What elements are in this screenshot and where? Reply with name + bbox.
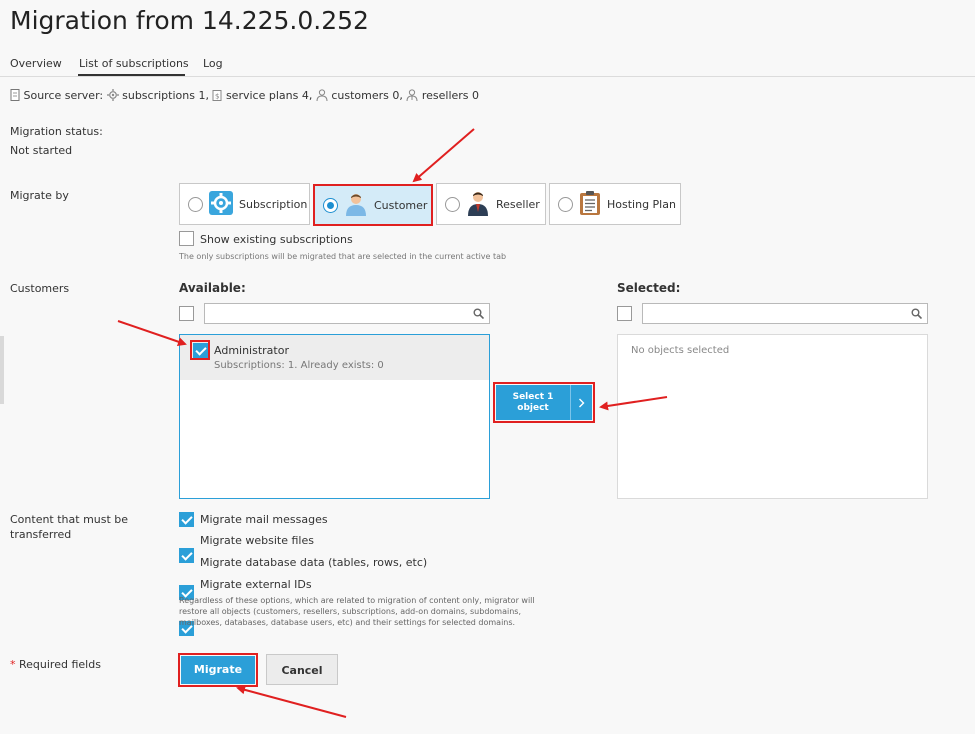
side-panel-handle[interactable] [0, 336, 4, 404]
service-plans-count: service plans 4, [225, 89, 313, 102]
reseller-avatar-icon [466, 190, 490, 219]
selected-title: Selected: [617, 281, 681, 295]
content-label-line2: transferred [10, 528, 72, 541]
list-item[interactable]: Administrator Subscriptions: 1. Already … [180, 335, 489, 380]
reseller-option-label: Reseller [496, 197, 540, 211]
arrow-to-migrate-button [236, 685, 347, 718]
customers-label: Customers [10, 282, 70, 295]
resellers-count: resellers 0 [421, 89, 480, 102]
clipboard-icon [579, 190, 601, 219]
content-note-line2: restore all objects (customers, reseller… [179, 607, 522, 616]
customer-option-label: Customer [374, 198, 428, 212]
source-server-label: Source server: [23, 89, 104, 102]
customer-avatar-icon [344, 192, 368, 219]
migrate-mail-checkbox[interactable] [179, 512, 194, 527]
arrow-to-administrator-checkbox [117, 320, 187, 346]
content-label-line1: Content that must be [10, 513, 129, 526]
customers-icon [316, 89, 328, 104]
migrate-by-hosting-plan-option[interactable]: Hosting Plan [549, 183, 681, 225]
migration-status-label: Migration status: [10, 125, 103, 138]
required-star: * [10, 658, 16, 671]
tab-bar-divider [0, 76, 975, 77]
select-objects-button[interactable]: Select 1 object [496, 385, 592, 420]
tab-log[interactable]: Log [203, 57, 223, 70]
available-title: Available: [179, 281, 246, 295]
selected-list: No objects selected [617, 334, 928, 499]
migrate-website-files-checkbox[interactable] [179, 548, 194, 563]
item-details: Subscriptions: 1. Already exists: 0 [214, 360, 384, 371]
migrate-by-label: Migrate by [10, 189, 69, 202]
chevron-right-icon [571, 385, 592, 420]
available-search-input[interactable] [204, 303, 490, 324]
hosting-plan-radio[interactable] [558, 196, 573, 212]
migrate-external-ids-label: Migrate external IDs [200, 578, 312, 591]
no-objects-selected: No objects selected [631, 345, 730, 356]
arrow-to-customer-option [412, 128, 475, 183]
required-fields-label: Required fields [19, 658, 101, 671]
available-list: Administrator Subscriptions: 1. Already … [179, 334, 490, 499]
gear-icon [209, 190, 233, 218]
select-button-line1: Select 1 [512, 391, 554, 402]
required-fields-note: * Required fields [10, 658, 101, 671]
selected-select-all-checkbox[interactable] [617, 306, 632, 321]
migrate-database-label: Migrate database data (tables, rows, etc… [200, 556, 428, 569]
resellers-icon [406, 89, 418, 104]
service-plans-icon: $ [212, 89, 222, 104]
active-tab-indicator [78, 74, 185, 76]
administrator-checkbox[interactable] [193, 343, 208, 358]
svg-text:$: $ [215, 93, 219, 101]
reseller-radio[interactable] [445, 196, 460, 212]
item-name: Administrator [214, 344, 289, 357]
migrate-website-files-label: Migrate website files [200, 534, 314, 547]
search-icon[interactable] [911, 308, 923, 322]
subscription-radio[interactable] [188, 196, 203, 212]
migrate-button[interactable]: Migrate [181, 656, 255, 684]
cancel-button[interactable]: Cancel [266, 654, 338, 685]
migrate-by-hint: The only subscriptions will be migrated … [179, 252, 507, 261]
search-icon[interactable] [473, 308, 485, 322]
tab-list-of-subscriptions[interactable]: List of subscriptions [79, 57, 189, 70]
migrate-by-reseller-option[interactable]: Reseller [436, 183, 546, 225]
customers-count: customers 0, [331, 89, 403, 102]
subscription-option-label: Subscription [239, 197, 308, 211]
subscriptions-count: subscriptions 1, [122, 89, 209, 102]
show-existing-checkbox[interactable] [179, 231, 194, 246]
page-title: Migration from 14.225.0.252 [10, 6, 369, 35]
migrate-mail-label: Migrate mail messages [200, 513, 328, 526]
tab-overview[interactable]: Overview [10, 57, 62, 70]
content-note-line3: mailboxes, databases, database users, et… [179, 618, 516, 627]
available-select-all-checkbox[interactable] [179, 306, 194, 321]
migrate-by-customer-option[interactable]: Customer [313, 184, 433, 226]
migration-status-value: Not started [10, 144, 73, 157]
selected-search-input[interactable] [642, 303, 928, 324]
server-icon [10, 89, 20, 104]
source-server-summary: Source server: subscriptions 1, $ servic… [10, 89, 479, 104]
migrate-by-subscription-option[interactable]: Subscription [179, 183, 310, 225]
content-note: Regardless of these options, which are r… [179, 595, 535, 628]
customer-radio[interactable] [323, 197, 338, 213]
hosting-plan-option-label: Hosting Plan [607, 197, 676, 211]
show-existing-label: Show existing subscriptions [200, 233, 353, 246]
content-note-line1: Regardless of these options, which are r… [179, 596, 535, 605]
subscriptions-gear-icon [106, 89, 119, 104]
select-button-line2: object [517, 402, 549, 413]
